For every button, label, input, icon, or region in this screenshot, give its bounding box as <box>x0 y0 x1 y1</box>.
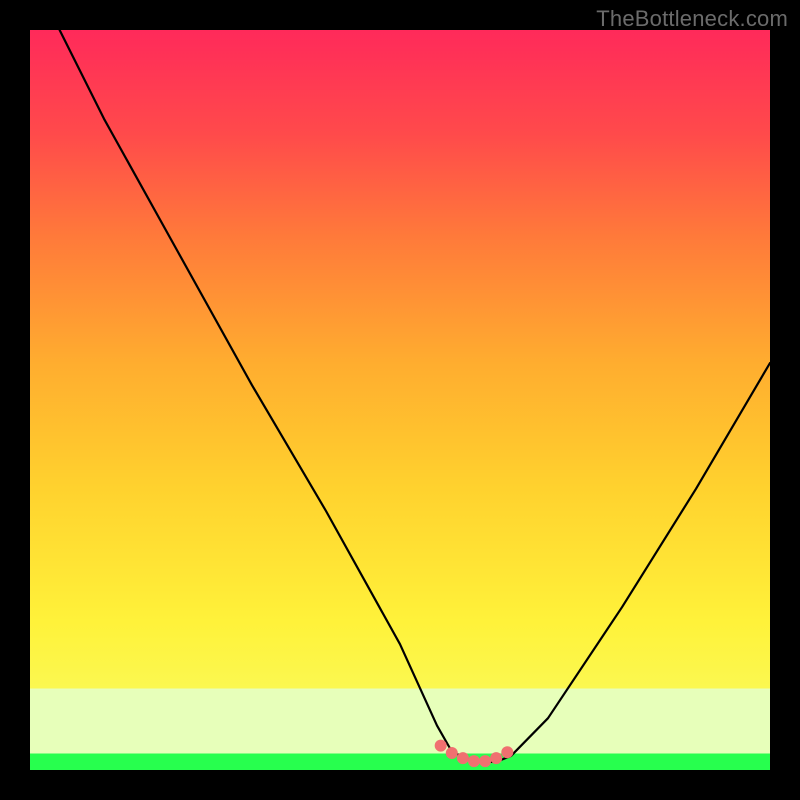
trough-marker <box>435 740 447 752</box>
trough-marker <box>457 752 469 764</box>
chart-stage: TheBottleneck.com <box>0 0 800 800</box>
bottleneck-curve <box>60 30 770 762</box>
plot-area <box>30 30 770 770</box>
trough-marker <box>446 747 458 759</box>
curve-svg <box>30 30 770 770</box>
trough-markers <box>435 740 514 768</box>
trough-marker <box>479 755 491 767</box>
trough-marker <box>501 746 513 758</box>
trough-marker <box>490 752 502 764</box>
watermark-text: TheBottleneck.com <box>596 6 788 32</box>
trough-marker <box>468 755 480 767</box>
